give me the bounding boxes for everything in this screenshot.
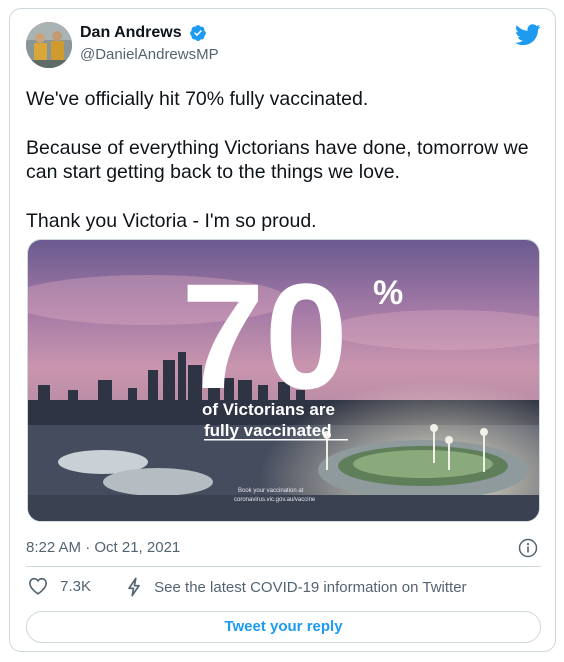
small-line2: coronavirus.vic.gov.au/vaccine [234,497,316,503]
tweet-paragraph: We've officially hit 70% fully vaccinate… [26,88,369,110]
display-name[interactable]: Dan Andrews [80,24,182,42]
divider [26,566,541,567]
tweet-header: Dan Andrews @DanielAndrewsMP [26,22,541,70]
tweet-reply-button[interactable]: Tweet your reply [26,611,541,643]
covid-info-text: See the latest COVID-19 information on T… [154,578,467,596]
author-names: Dan Andrews @DanielAndrewsMP [80,24,219,63]
percent-sign: % [373,274,403,312]
tweet-paragraph: Because of everything Victorians have do… [26,136,529,184]
tweet-paragraph: Thank you Victoria - I'm so proud. [26,209,317,232]
vaccination-graphic: 70 % of Victorians are fully vaccinated … [28,240,539,521]
lightning-icon [128,577,140,597]
covid-info-link[interactable]: See the latest COVID-19 information on T… [126,577,467,597]
verified-badge-icon [190,25,206,41]
caption-line1: of Victorians are [202,400,335,419]
tweet-timestamp[interactable]: 8:22 AM · Oct 21, 2021 [26,539,180,556]
tweet-card: Dan Andrews @DanielAndrewsMP We've offic… [9,8,556,652]
big-number: 70 [181,252,348,420]
heart-icon [28,577,48,595]
tweet-actions: 7.3K See the latest COVID-19 information… [26,575,541,599]
tweet-text: We've officially hit 70% fully vaccinate… [26,87,541,257]
avatar[interactable] [26,22,72,68]
small-line1: Book your vaccination at [238,488,304,494]
like-count: 7.3K [60,577,92,595]
caption-line2: fully vaccinated [204,421,332,440]
info-icon[interactable] [518,538,538,558]
twitter-bird-icon[interactable] [515,24,541,46]
author-handle[interactable]: @DanielAndrewsMP [80,46,219,63]
like-button[interactable]: 7.3K [28,577,91,595]
tweet-image[interactable]: 70 % of Victorians are fully vaccinated … [27,239,540,522]
